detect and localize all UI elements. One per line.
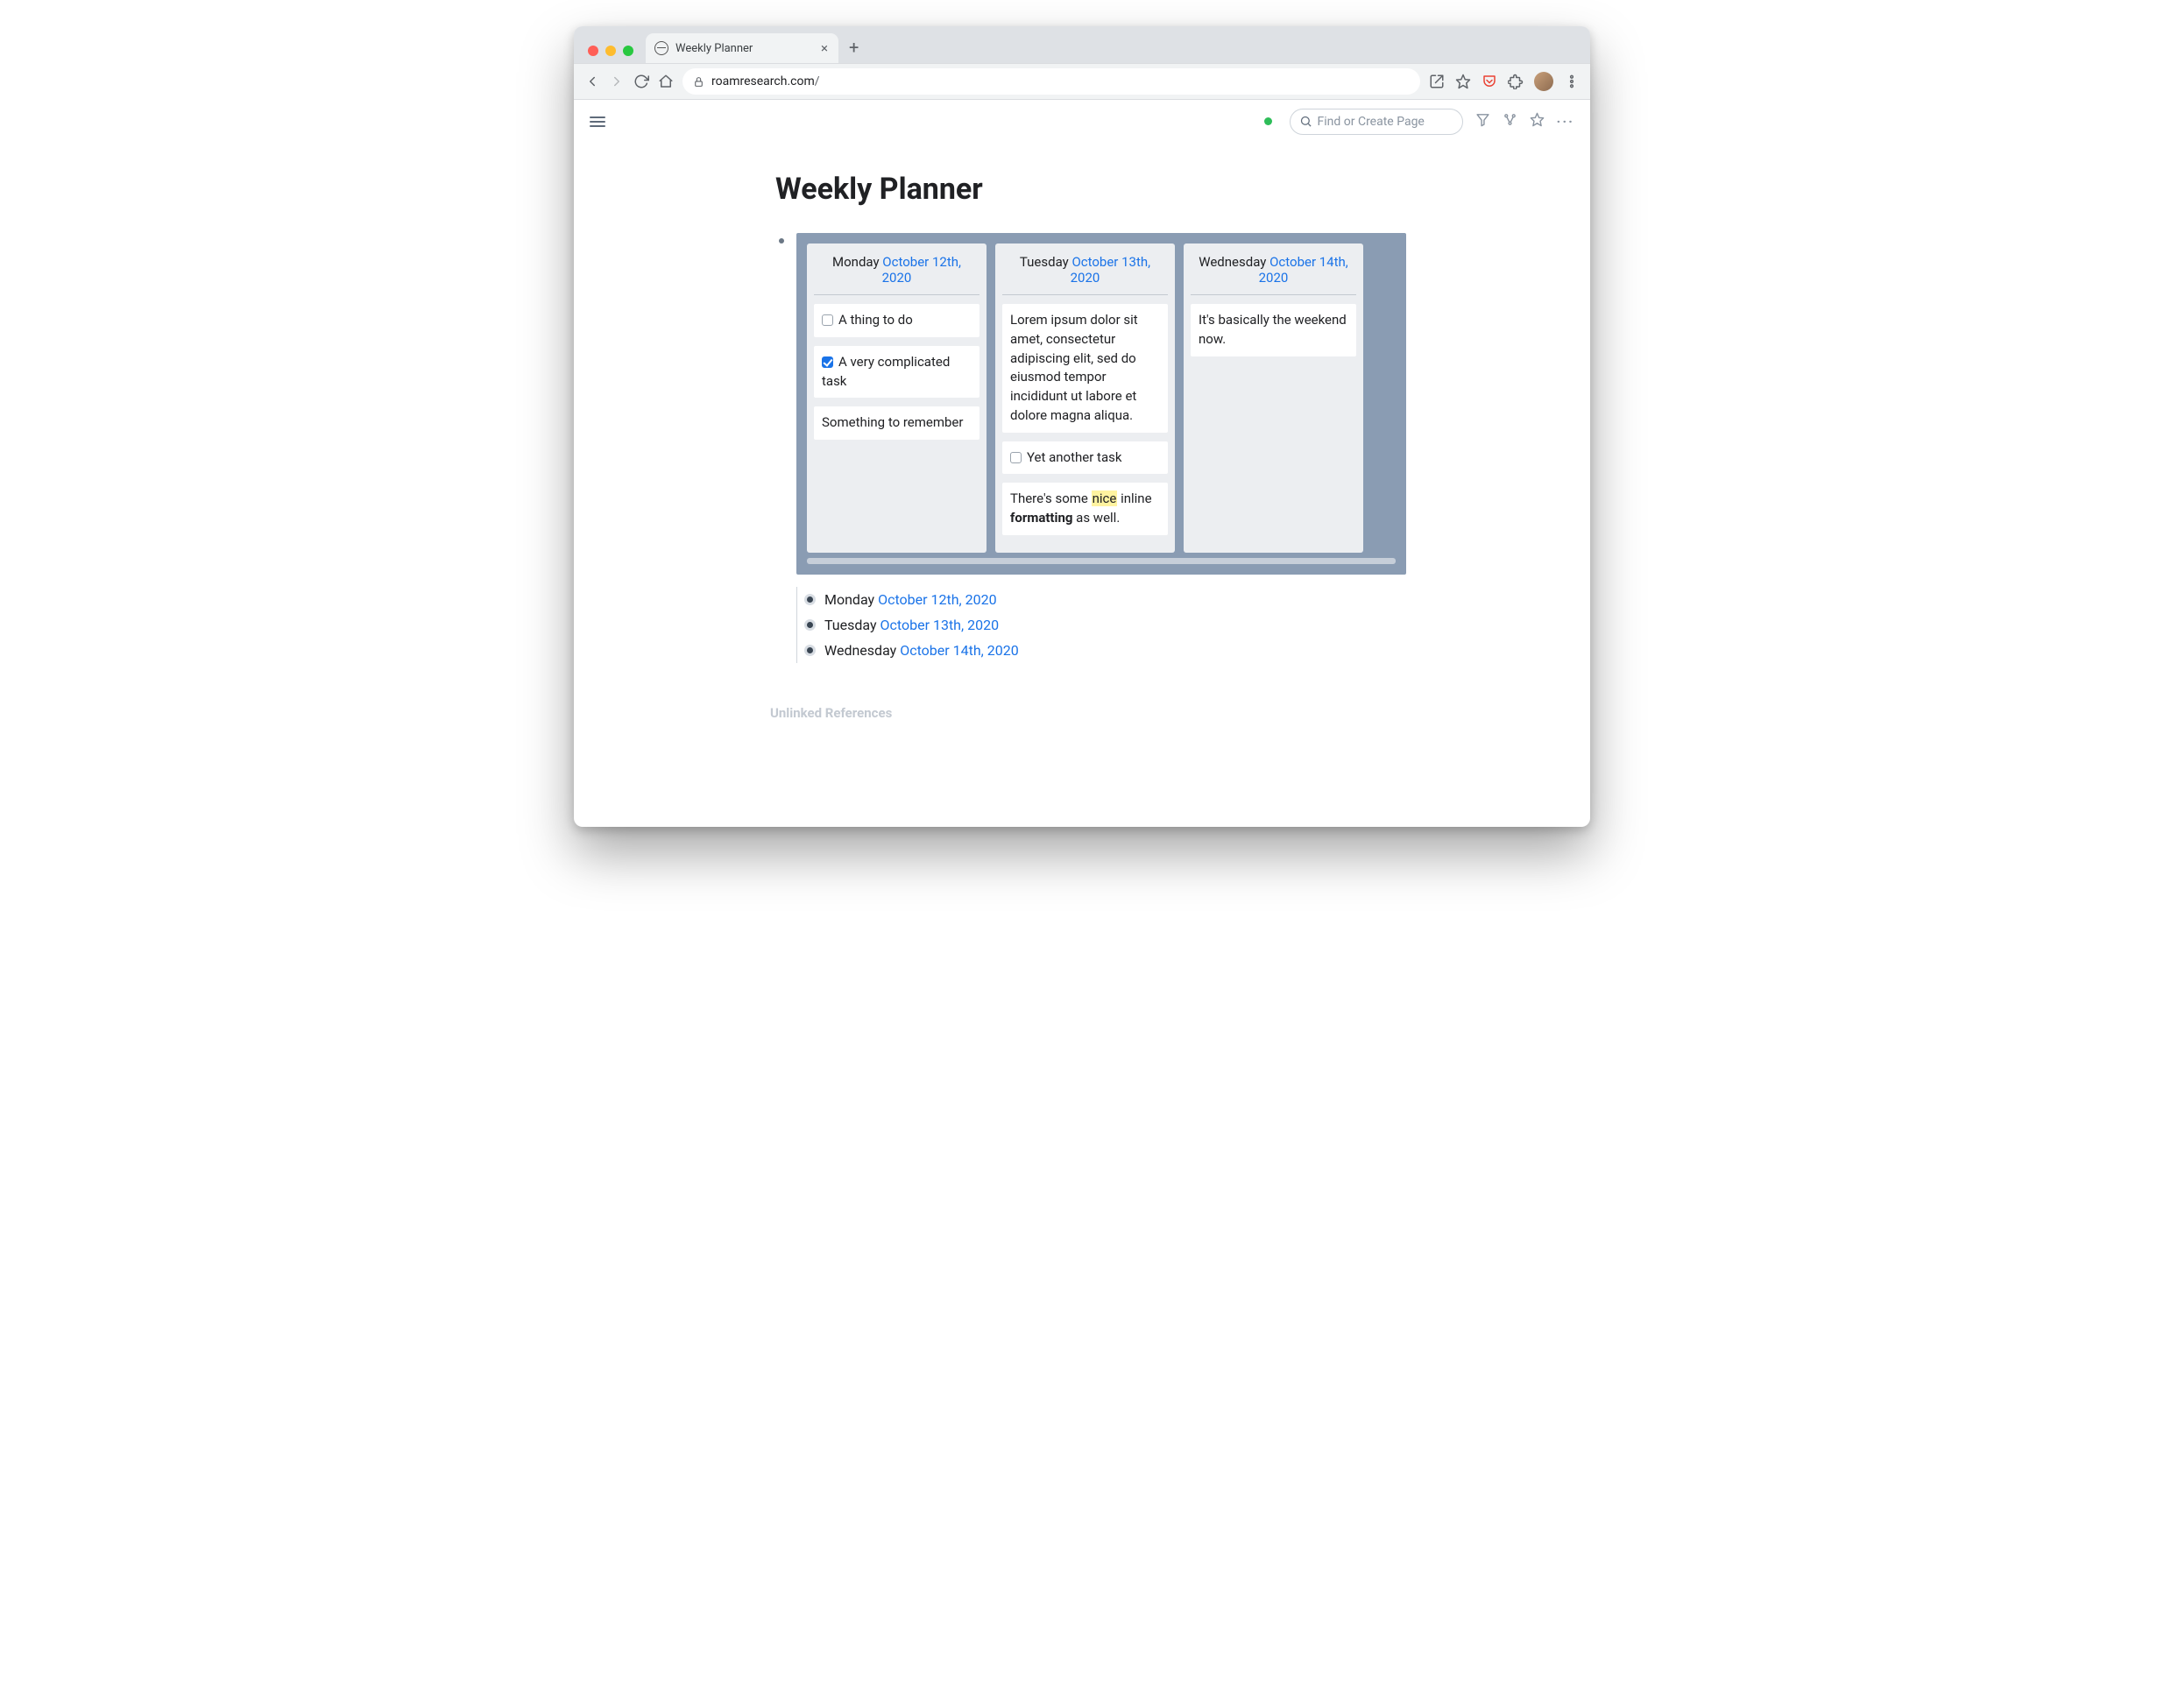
block-bullet-icon[interactable] [804,594,816,605]
minimize-window-icon[interactable] [605,46,616,56]
graph-icon[interactable] [1503,112,1517,131]
tab-title: Weekly Planner [675,42,753,55]
horizontal-scrollbar[interactable] [807,558,1396,564]
maximize-window-icon[interactable] [623,46,633,56]
date-link[interactable]: October 14th, 2020 [900,642,1019,659]
kanban-column-header[interactable]: Monday October 12th, 2020 [814,251,979,295]
page-body: Weekly Planner Monday October 12th, 2020… [574,144,1590,827]
date-link[interactable]: October 13th, 2020 [1071,254,1150,286]
close-tab-icon[interactable]: × [819,40,830,57]
block-text: Monday October 12th, 2020 [824,591,997,608]
checkbox[interactable] [822,314,833,326]
browser-menu-icon[interactable] [1564,74,1580,89]
kanban-column: Tuesday October 13th, 2020 Lorem ipsum do… [995,243,1175,553]
open-external-icon[interactable] [1429,74,1445,89]
child-blocks: Monday October 12th, 2020 Tuesday October… [796,587,1406,663]
reload-icon[interactable] [633,74,649,89]
date-link[interactable]: October 14th, 2020 [1259,254,1348,286]
block-bullet-icon[interactable] [804,619,816,631]
lock-icon [693,76,704,88]
kanban-board: Monday October 12th, 2020 A thing to do A … [796,233,1406,575]
pocket-icon[interactable] [1482,74,1497,89]
search-placeholder: Find or Create Page [1318,115,1425,129]
checkbox[interactable] [822,356,833,368]
block-row[interactable]: Wednesday October 14th, 2020 [804,638,1406,663]
kanban-card[interactable]: Something to remember [814,406,979,440]
favorite-icon[interactable] [1530,112,1545,131]
checkbox[interactable] [1010,452,1022,463]
sync-status-icon [1264,117,1272,125]
address-bar: roamresearch.com/ [574,63,1590,100]
kanban-card[interactable]: A very complicated task [814,346,979,399]
kanban-column: Wednesday October 14th, 2020 It's basical… [1184,243,1363,553]
browser-tab[interactable]: Weekly Planner × [646,33,838,63]
menu-toggle-icon[interactable] [590,114,605,130]
page-title[interactable]: Weekly Planner [775,172,1406,207]
browser-window: Weekly Planner × + roamresearch.com/ [574,26,1590,827]
bookmark-star-icon[interactable] [1455,74,1471,89]
profile-avatar[interactable] [1534,72,1553,91]
kanban-card[interactable]: A thing to do [814,304,979,337]
block-row[interactable]: Tuesday October 13th, 2020 [804,612,1406,638]
new-tab-button[interactable]: + [845,37,866,63]
block-row[interactable]: Monday October 12th, 2020 [804,587,1406,612]
close-window-icon[interactable] [588,46,598,56]
home-icon[interactable] [658,74,674,89]
search-input[interactable]: Find or Create Page [1290,109,1463,135]
kanban-card[interactable]: It's basically the weekend now. [1191,304,1356,356]
kanban-column: Monday October 12th, 2020 A thing to do A … [807,243,987,553]
kanban-card[interactable]: Yet another task [1002,441,1168,475]
outline-root: Monday October 12th, 2020 A thing to do A … [775,233,1406,663]
highlight: nice [1092,491,1118,506]
forward-icon[interactable] [609,74,625,89]
block-text: Wednesday October 14th, 2020 [824,642,1019,659]
unlinked-references[interactable]: Unlinked References [770,705,1406,721]
favicon-icon [654,41,668,55]
url-text: roamresearch.com/ [711,74,820,88]
extensions-icon[interactable] [1508,74,1524,89]
search-icon [1299,115,1312,128]
window-controls [584,46,639,63]
date-link[interactable]: October 13th, 2020 [880,617,1000,633]
kanban-column-header[interactable]: Wednesday October 14th, 2020 [1191,251,1356,295]
url-field[interactable]: roamresearch.com/ [682,68,1420,95]
app-toolbar: Find or Create Page ··· [574,100,1590,144]
filter-icon[interactable] [1475,112,1490,131]
block-bullet-icon[interactable] [804,645,816,656]
more-menu-icon[interactable]: ··· [1557,113,1574,130]
block-bullet-icon[interactable] [779,238,784,243]
kanban-card[interactable]: There's some nice inline formatting as w… [1002,483,1168,535]
browser-chrome: Weekly Planner × + roamresearch.com/ [574,26,1590,100]
block-text: Tuesday October 13th, 2020 [824,617,999,633]
kanban-column-header[interactable]: Tuesday October 13th, 2020 [1002,251,1168,295]
kanban-card[interactable]: Lorem ipsum dolor sit amet, consectetur … [1002,304,1168,433]
bold-text: formatting [1010,510,1072,526]
date-link[interactable]: October 12th, 2020 [882,254,961,286]
back-icon[interactable] [584,74,600,89]
date-link[interactable]: October 12th, 2020 [878,591,997,608]
